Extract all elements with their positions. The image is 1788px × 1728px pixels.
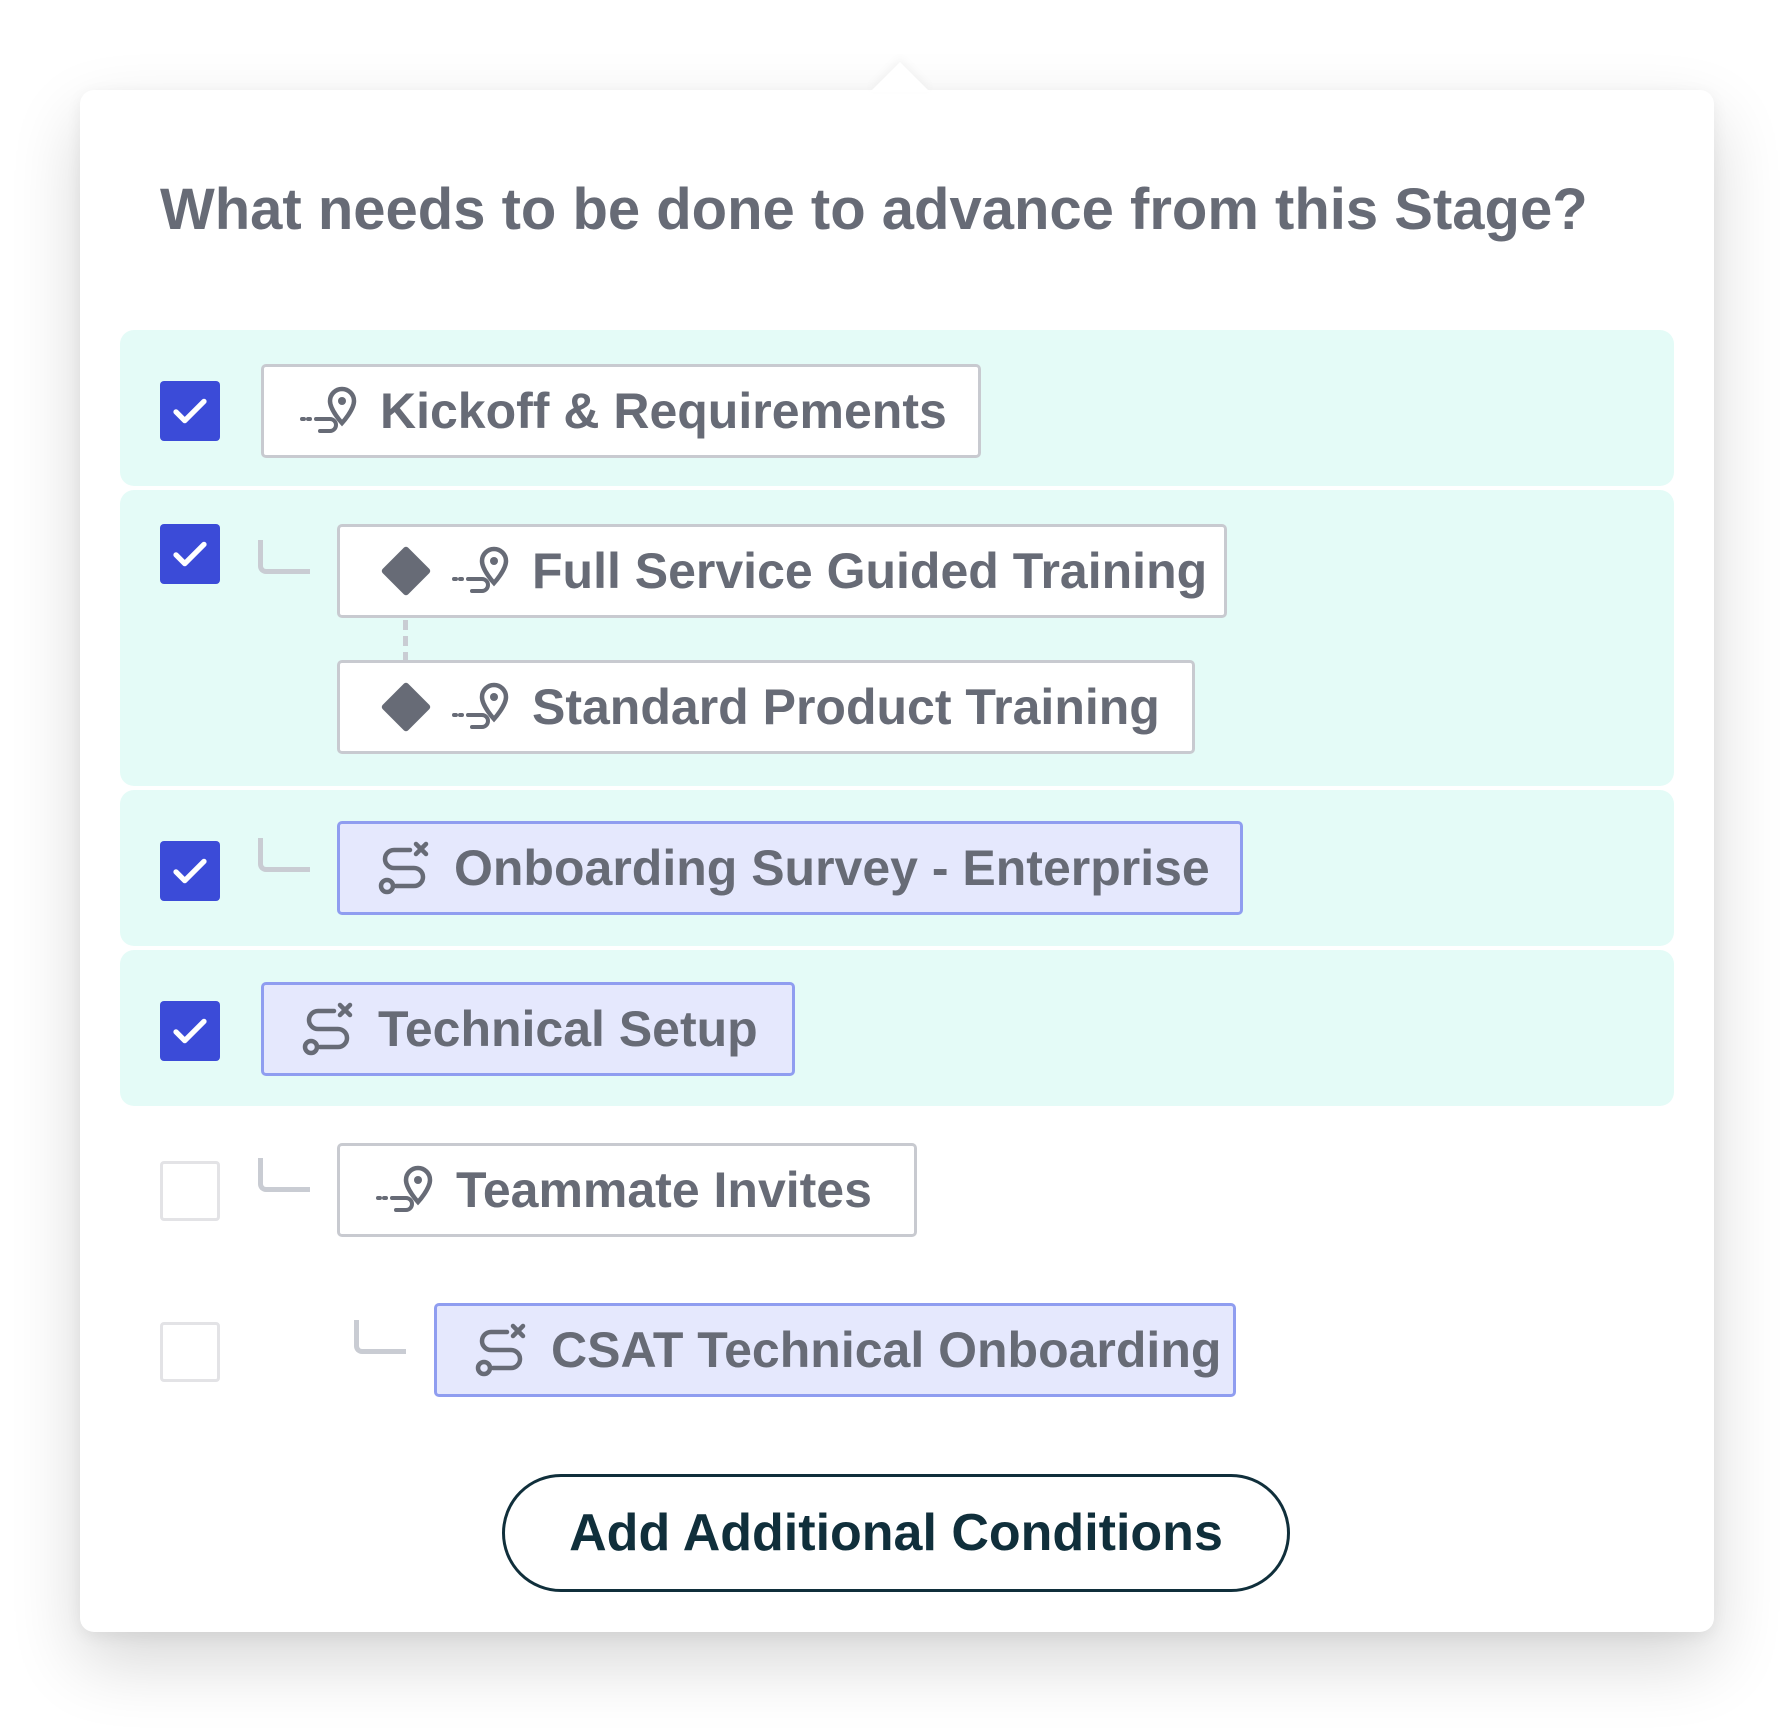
condition-checkbox[interactable] — [160, 381, 220, 441]
condition-checkbox[interactable] — [160, 524, 220, 584]
condition-label: Technical Setup — [378, 1001, 758, 1057]
milestone-pin-icon — [452, 681, 512, 733]
condition-checkbox[interactable] — [160, 1161, 220, 1221]
condition-chip-standard-training[interactable]: Standard Product Training — [337, 660, 1195, 754]
condition-checkbox[interactable] — [160, 1322, 220, 1382]
condition-checkbox[interactable] — [160, 1001, 220, 1061]
condition-label: Kickoff & Requirements — [380, 383, 947, 439]
checkmark-icon — [173, 398, 207, 424]
condition-label: Standard Product Training — [532, 679, 1160, 735]
tree-connector — [258, 838, 310, 872]
condition-chip-full-service-training[interactable]: Full Service Guided Training — [337, 524, 1227, 618]
condition-label: Full Service Guided Training — [532, 543, 1208, 599]
survey-route-icon — [376, 840, 434, 896]
condition-chip-teammate-invites[interactable]: Teammate Invites — [337, 1143, 917, 1237]
condition-checkbox[interactable] — [160, 841, 220, 901]
milestone-pin-icon — [376, 1164, 436, 1216]
tree-connector — [258, 1158, 310, 1192]
option-diamond-icon — [376, 677, 436, 737]
popover-title: What needs to be done to advance from th… — [160, 177, 1588, 242]
option-group-connector — [403, 620, 408, 662]
tree-connector — [258, 540, 310, 574]
add-additional-conditions-button[interactable]: Add Additional Conditions — [502, 1474, 1290, 1592]
condition-chip-csat-onboarding[interactable]: CSAT Technical Onboarding — [434, 1303, 1236, 1397]
checkmark-icon — [173, 1018, 207, 1044]
condition-chip-kickoff[interactable]: Kickoff & Requirements — [261, 364, 981, 458]
condition-label: Teammate Invites — [456, 1162, 872, 1218]
checkmark-icon — [173, 541, 207, 567]
survey-route-icon — [473, 1322, 531, 1378]
condition-label: Onboarding Survey - Enterprise — [454, 840, 1210, 896]
condition-chip-technical-setup[interactable]: Technical Setup — [261, 982, 795, 1076]
milestone-pin-icon — [452, 545, 512, 597]
checkmark-icon — [173, 858, 207, 884]
option-diamond-icon — [376, 541, 436, 601]
milestone-pin-icon — [300, 385, 360, 437]
popover-caret — [870, 62, 930, 92]
condition-chip-onboarding-survey[interactable]: Onboarding Survey - Enterprise — [337, 821, 1243, 915]
condition-label: CSAT Technical Onboarding — [551, 1322, 1222, 1378]
tree-connector — [354, 1320, 406, 1354]
survey-route-icon — [300, 1001, 358, 1057]
